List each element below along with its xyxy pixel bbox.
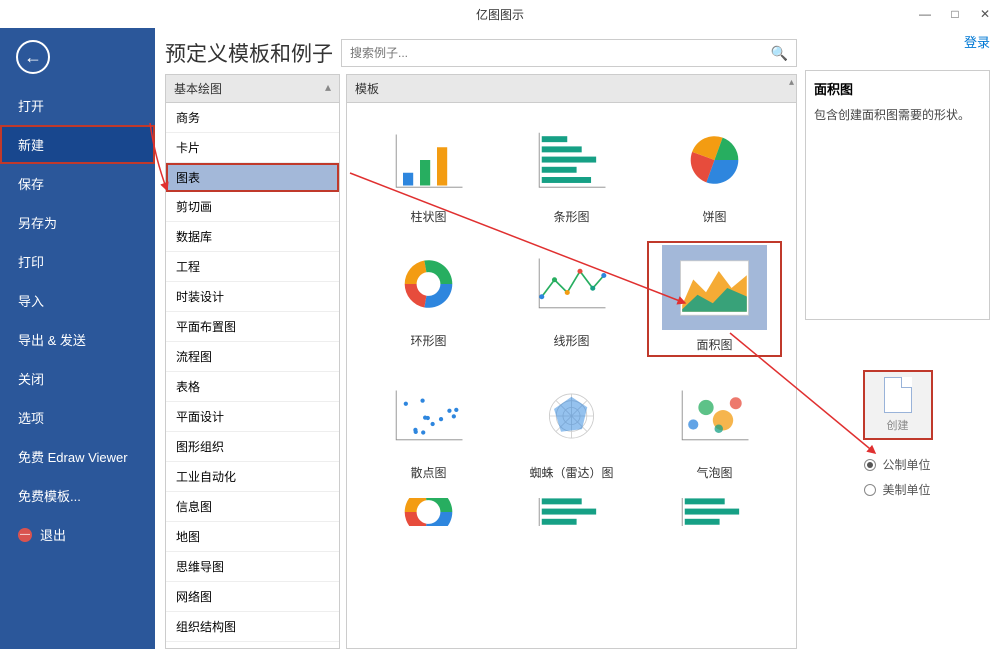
nav-item-10[interactable]: 免费模板... [0, 476, 155, 515]
category-item-4[interactable]: 数据库 [166, 222, 339, 252]
category-item-18[interactable]: 项目管理 [166, 642, 339, 649]
document-icon [884, 377, 912, 413]
titlebar: 亿图图示 — □ ✕ [0, 0, 1000, 28]
template-thumb [662, 117, 767, 202]
category-item-10[interactable]: 平面设计 [166, 402, 339, 432]
category-item-15[interactable]: 思维导图 [166, 552, 339, 582]
template-item-bar[interactable]: 条形图 [504, 117, 639, 225]
category-item-9[interactable]: 表格 [166, 372, 339, 402]
template-item-doughnut[interactable]: 环形图 [361, 241, 496, 357]
category-item-0[interactable]: 商务 [166, 103, 339, 133]
category-item-5[interactable]: 工程 [166, 252, 339, 282]
radio-imperial[interactable]: 美制单位 [864, 481, 930, 498]
maximize-button[interactable]: □ [940, 0, 970, 28]
nav-item-4[interactable]: 打印 [0, 242, 155, 281]
template-item-radar[interactable]: 蜘蛛（雷达）图 [504, 373, 639, 481]
scroll-up-icon[interactable]: ▴ [789, 77, 794, 88]
template-label: 环形图 [410, 332, 446, 349]
nav-item-1[interactable]: 新建 [0, 125, 155, 164]
collapse-icon[interactable]: ▴ [325, 80, 331, 97]
template-item-column[interactable]: 柱状图 [361, 117, 496, 225]
template-item-line[interactable]: 线形图 [504, 241, 639, 357]
radio-metric[interactable]: 公制单位 [864, 456, 930, 473]
template-thumb [662, 373, 767, 458]
minimize-button[interactable]: — [910, 0, 940, 28]
category-item-7[interactable]: 平面布置图 [166, 312, 339, 342]
template-label: 饼图 [702, 208, 726, 225]
create-button[interactable]: 创建 [863, 370, 933, 440]
app-title: 亿图图示 [476, 6, 524, 23]
template-item-pie[interactable]: 饼图 [647, 117, 782, 225]
template-item-scatter[interactable]: 散点图 [361, 373, 496, 481]
template-item-partial[interactable] [504, 497, 639, 527]
template-item-partial[interactable] [361, 497, 496, 527]
template-thumb [376, 117, 481, 202]
nav-item-8[interactable]: 选项 [0, 398, 155, 437]
nav-item-5[interactable]: 导入 [0, 281, 155, 320]
category-panel: 基本绘图 ▴ 商务卡片图表剪切画数据库工程时装设计平面布置图流程图表格平面设计图… [165, 74, 340, 649]
category-item-17[interactable]: 组织结构图 [166, 612, 339, 642]
template-label: 面积图 [696, 336, 732, 353]
template-thumb [376, 241, 481, 326]
category-item-13[interactable]: 信息图 [166, 492, 339, 522]
radio-icon [864, 459, 876, 471]
nav-item-6[interactable]: 导出 & 发送 [0, 320, 155, 359]
detail-panel: 面积图 包含创建面积图需要的形状。 创建 公制单位 美制单位 [805, 38, 990, 649]
template-label: 散点图 [410, 464, 446, 481]
category-item-11[interactable]: 图形组织 [166, 432, 339, 462]
template-panel: 模板 ▴ 柱状图 条形图 饼图环形图 线形图 面积图散点图 蜘蛛（雷达）图 气泡图 [346, 74, 797, 649]
template-thumb [519, 117, 624, 202]
radio-metric-label: 公制单位 [882, 456, 930, 473]
template-item-area[interactable]: 面积图 [647, 241, 782, 357]
category-item-12[interactable]: 工业自动化 [166, 462, 339, 492]
category-item-16[interactable]: 网络图 [166, 582, 339, 612]
close-button[interactable]: ✕ [970, 0, 1000, 28]
detail-title: 面积图 [814, 79, 981, 98]
template-label: 蜘蛛（雷达）图 [529, 464, 613, 481]
nav-item-9[interactable]: 免费 Edraw Viewer [0, 437, 155, 476]
template-label: 线形图 [553, 332, 589, 349]
exit-icon: — [18, 528, 32, 542]
category-item-8[interactable]: 流程图 [166, 342, 339, 372]
back-arrow-icon: ← [24, 47, 42, 68]
search-box[interactable]: 🔍 [341, 39, 797, 67]
template-thumb [376, 373, 481, 458]
category-item-1[interactable]: 卡片 [166, 133, 339, 163]
category-header: 基本绘图 [174, 80, 222, 97]
template-thumb [662, 245, 767, 330]
nav-item-0[interactable]: 打开 [0, 86, 155, 125]
category-item-2[interactable]: 图表 [166, 163, 339, 192]
back-button[interactable]: ← [16, 40, 50, 74]
nav-item-2[interactable]: 保存 [0, 164, 155, 203]
window-controls: — □ ✕ [910, 0, 1000, 28]
nav-exit[interactable]: — 退出 [0, 515, 155, 554]
category-item-14[interactable]: 地图 [166, 522, 339, 552]
template-label: 条形图 [553, 208, 589, 225]
template-item-partial[interactable] [647, 497, 782, 527]
template-label: 气泡图 [696, 464, 732, 481]
search-icon[interactable]: 🔍 [767, 45, 792, 62]
create-label: 创建 [887, 417, 909, 433]
category-item-3[interactable]: 剪切画 [166, 192, 339, 222]
template-thumb [519, 241, 624, 326]
nav-item-7[interactable]: 关闭 [0, 359, 155, 398]
search-input[interactable] [346, 42, 767, 64]
template-header: 模板 [355, 82, 379, 96]
detail-desc: 包含创建面积图需要的形状。 [814, 106, 981, 123]
category-item-6[interactable]: 时装设计 [166, 282, 339, 312]
template-item-bubble[interactable]: 气泡图 [647, 373, 782, 481]
nav-exit-label: 退出 [40, 525, 66, 544]
nav-item-3[interactable]: 另存为 [0, 203, 155, 242]
page-title: 预定义模板和例子 [165, 38, 333, 68]
sidebar: ← 打开新建保存另存为打印导入导出 & 发送关闭选项免费 Edraw Viewe… [0, 28, 155, 649]
template-thumb [519, 373, 624, 458]
template-label: 柱状图 [410, 208, 446, 225]
radio-imperial-label: 美制单位 [882, 481, 930, 498]
radio-icon [864, 484, 876, 496]
